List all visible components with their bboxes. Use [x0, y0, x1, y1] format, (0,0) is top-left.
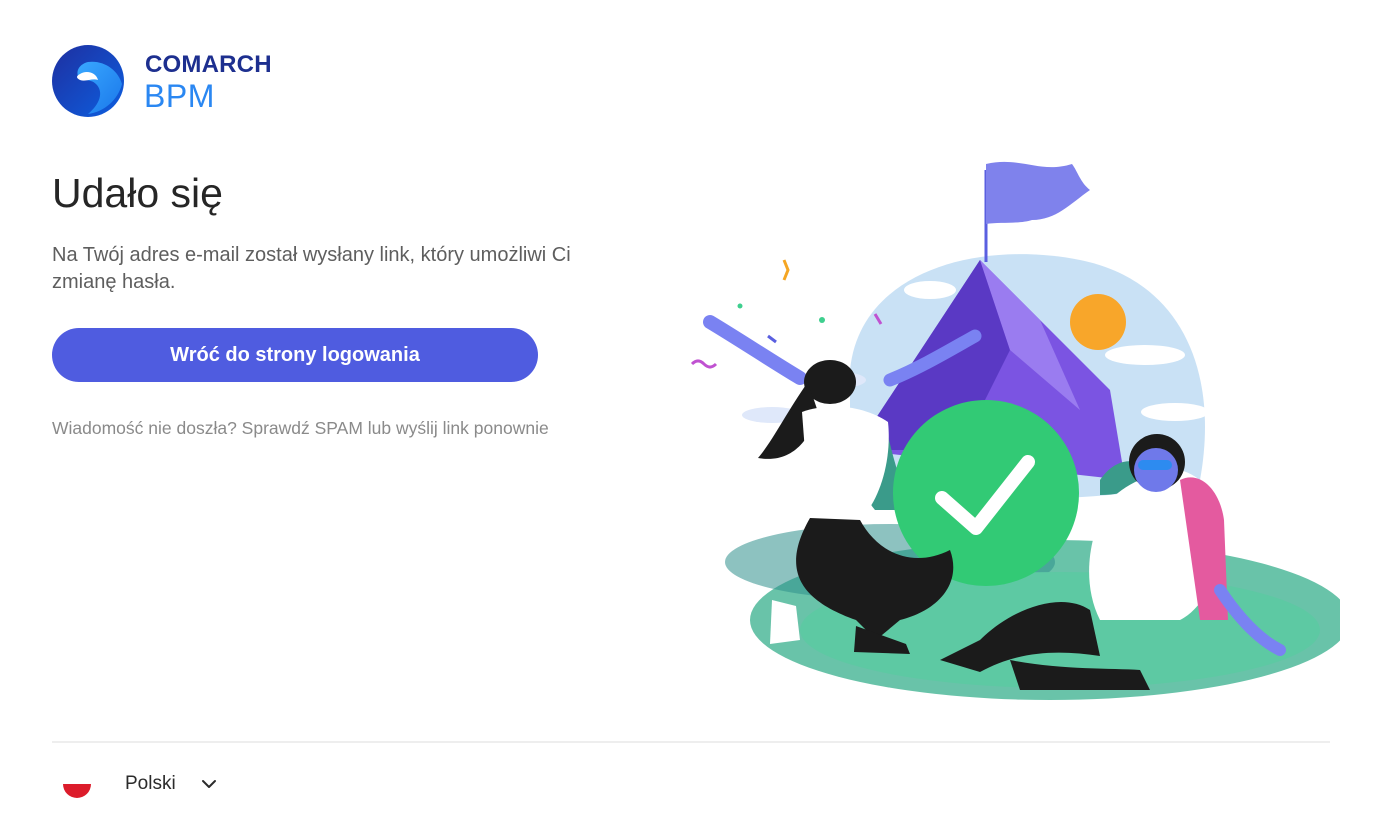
- brand-logo: COMARCH BPM: [52, 44, 282, 118]
- page-title: Udało się: [52, 170, 223, 216]
- language-selector[interactable]: Polski: [52, 762, 252, 806]
- success-mountain-illustration: [690, 161, 1340, 700]
- resend-link[interactable]: Wiadomość nie doszła? Sprawdź SPAM lub w…: [52, 418, 549, 438]
- brand-name: COMARCH: [145, 51, 272, 78]
- language-label: Polski: [125, 773, 176, 794]
- resend-link-text: Wiadomość nie doszła? Sprawdź SPAM lub w…: [52, 418, 549, 439]
- chevron-down-icon: [201, 780, 216, 788]
- back-to-login-button[interactable]: Wróć do strony logowania: [52, 328, 538, 382]
- comarch-logo-icon: [52, 45, 124, 117]
- confirmation-message: Na Twój adres e-mail został wysłany link…: [52, 244, 571, 293]
- brand-product: BPM: [144, 78, 215, 114]
- footer-divider: [52, 741, 1330, 743]
- poland-flag-icon: [63, 770, 91, 798]
